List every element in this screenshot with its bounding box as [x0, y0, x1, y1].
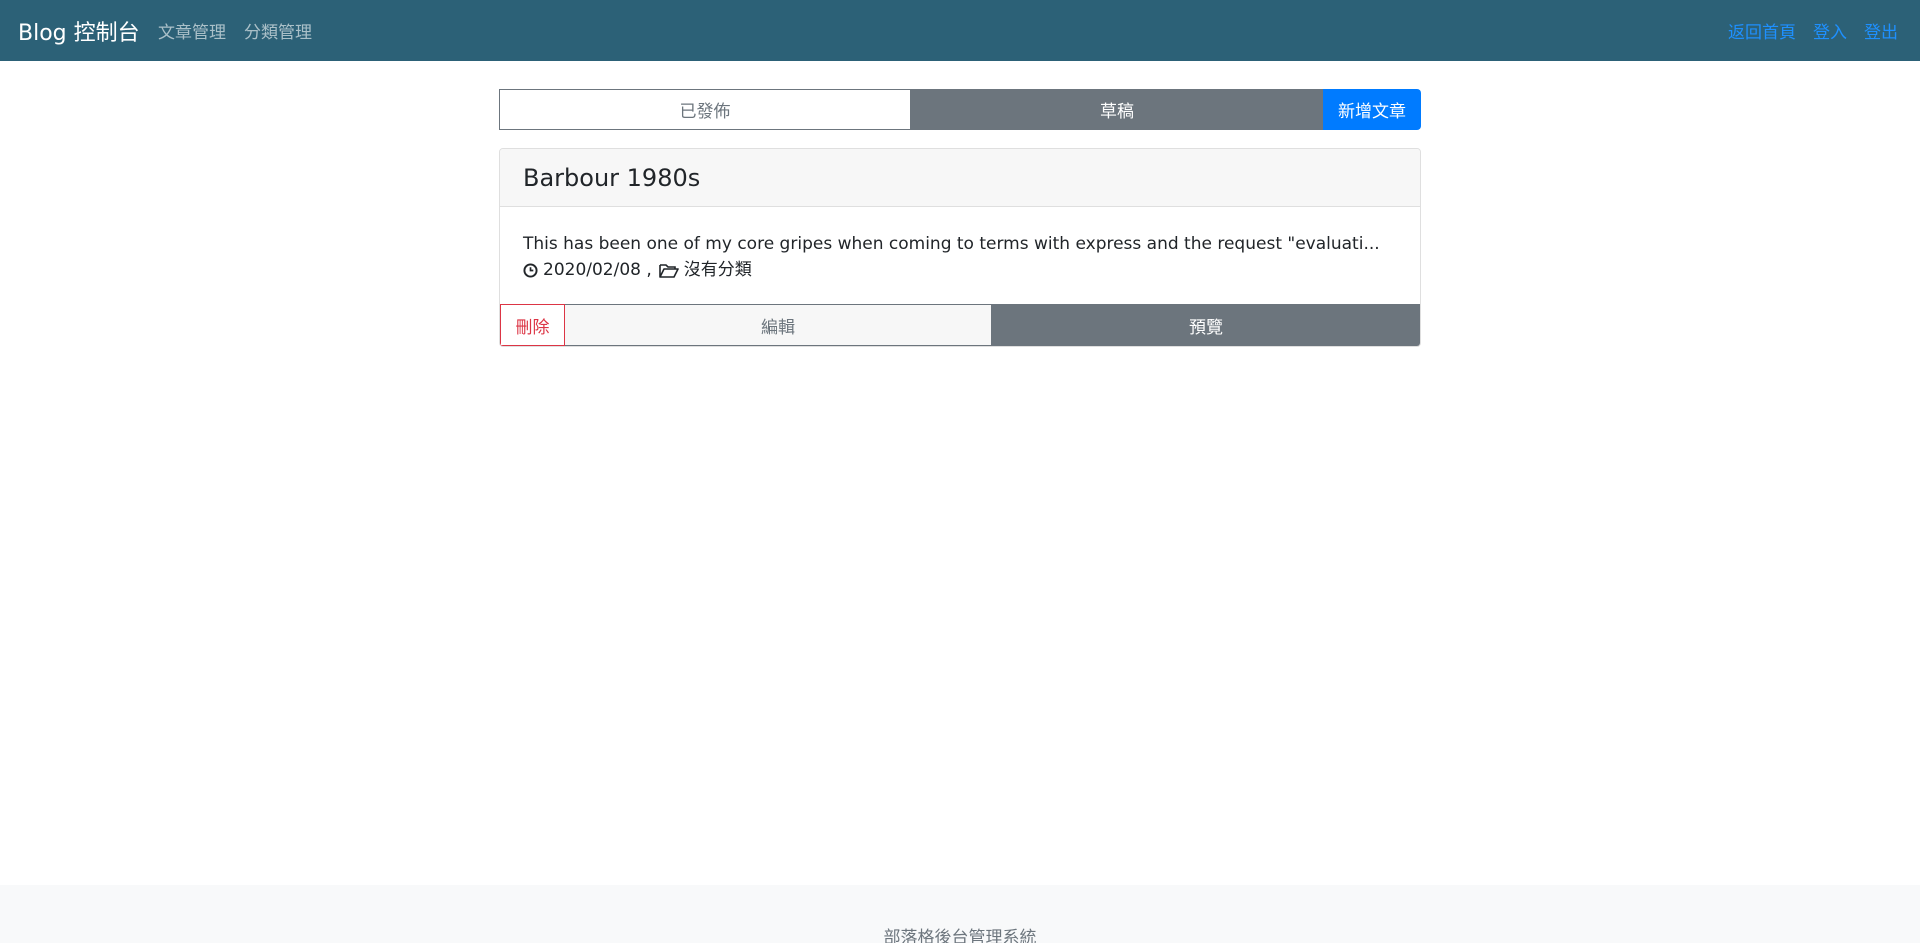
post-excerpt: This has been one of my core gripes when… [523, 234, 1380, 254]
tab-published[interactable]: 已發佈 [499, 89, 911, 130]
nav-link-logout[interactable]: 登出 [1864, 18, 1898, 43]
post-status-tabs: 已發佈 草稿 新增文章 [499, 89, 1421, 130]
post-category: 沒有分類 [683, 260, 752, 280]
nav-link-home[interactable]: 返回首頁 [1728, 18, 1796, 43]
tab-draft[interactable]: 草稿 [911, 89, 1323, 130]
folder-open-icon [658, 263, 679, 278]
post-card-header: Barbour 1980s [500, 149, 1420, 207]
preview-button[interactable]: 預覽 [992, 304, 1420, 346]
new-post-button[interactable]: 新增文章 [1323, 89, 1421, 130]
post-date: 2020/02/08 , [543, 260, 652, 280]
top-navbar: Blog 控制台 文章管理 分類管理 返回首頁 登入 登出 [0, 0, 1920, 61]
brand-title[interactable]: Blog 控制台 [18, 0, 140, 61]
post-card-body: This has been one of my core gripes when… [500, 207, 1420, 304]
clock-icon [523, 262, 538, 278]
post-card: Barbour 1980s This has been one of my co… [499, 148, 1421, 347]
nav-right-links: 返回首頁 登入 登出 [1728, 0, 1898, 61]
nav-link-categories[interactable]: 分類管理 [244, 18, 312, 43]
post-card-actions: 刪除 編輯 預覽 [500, 304, 1420, 346]
page-footer: 部落格後台管理系統 [0, 885, 1920, 943]
footer-text: 部落格後台管理系統 [883, 928, 1037, 943]
edit-button[interactable]: 編輯 [565, 304, 992, 346]
nav-left-links: 文章管理 分類管理 [158, 0, 312, 61]
post-meta: 2020/02/08 , 沒有分類 [523, 257, 1397, 283]
nav-link-articles[interactable]: 文章管理 [158, 18, 226, 43]
post-title: Barbour 1980s [523, 163, 701, 192]
nav-link-login[interactable]: 登入 [1813, 18, 1847, 43]
delete-button[interactable]: 刪除 [500, 304, 565, 346]
